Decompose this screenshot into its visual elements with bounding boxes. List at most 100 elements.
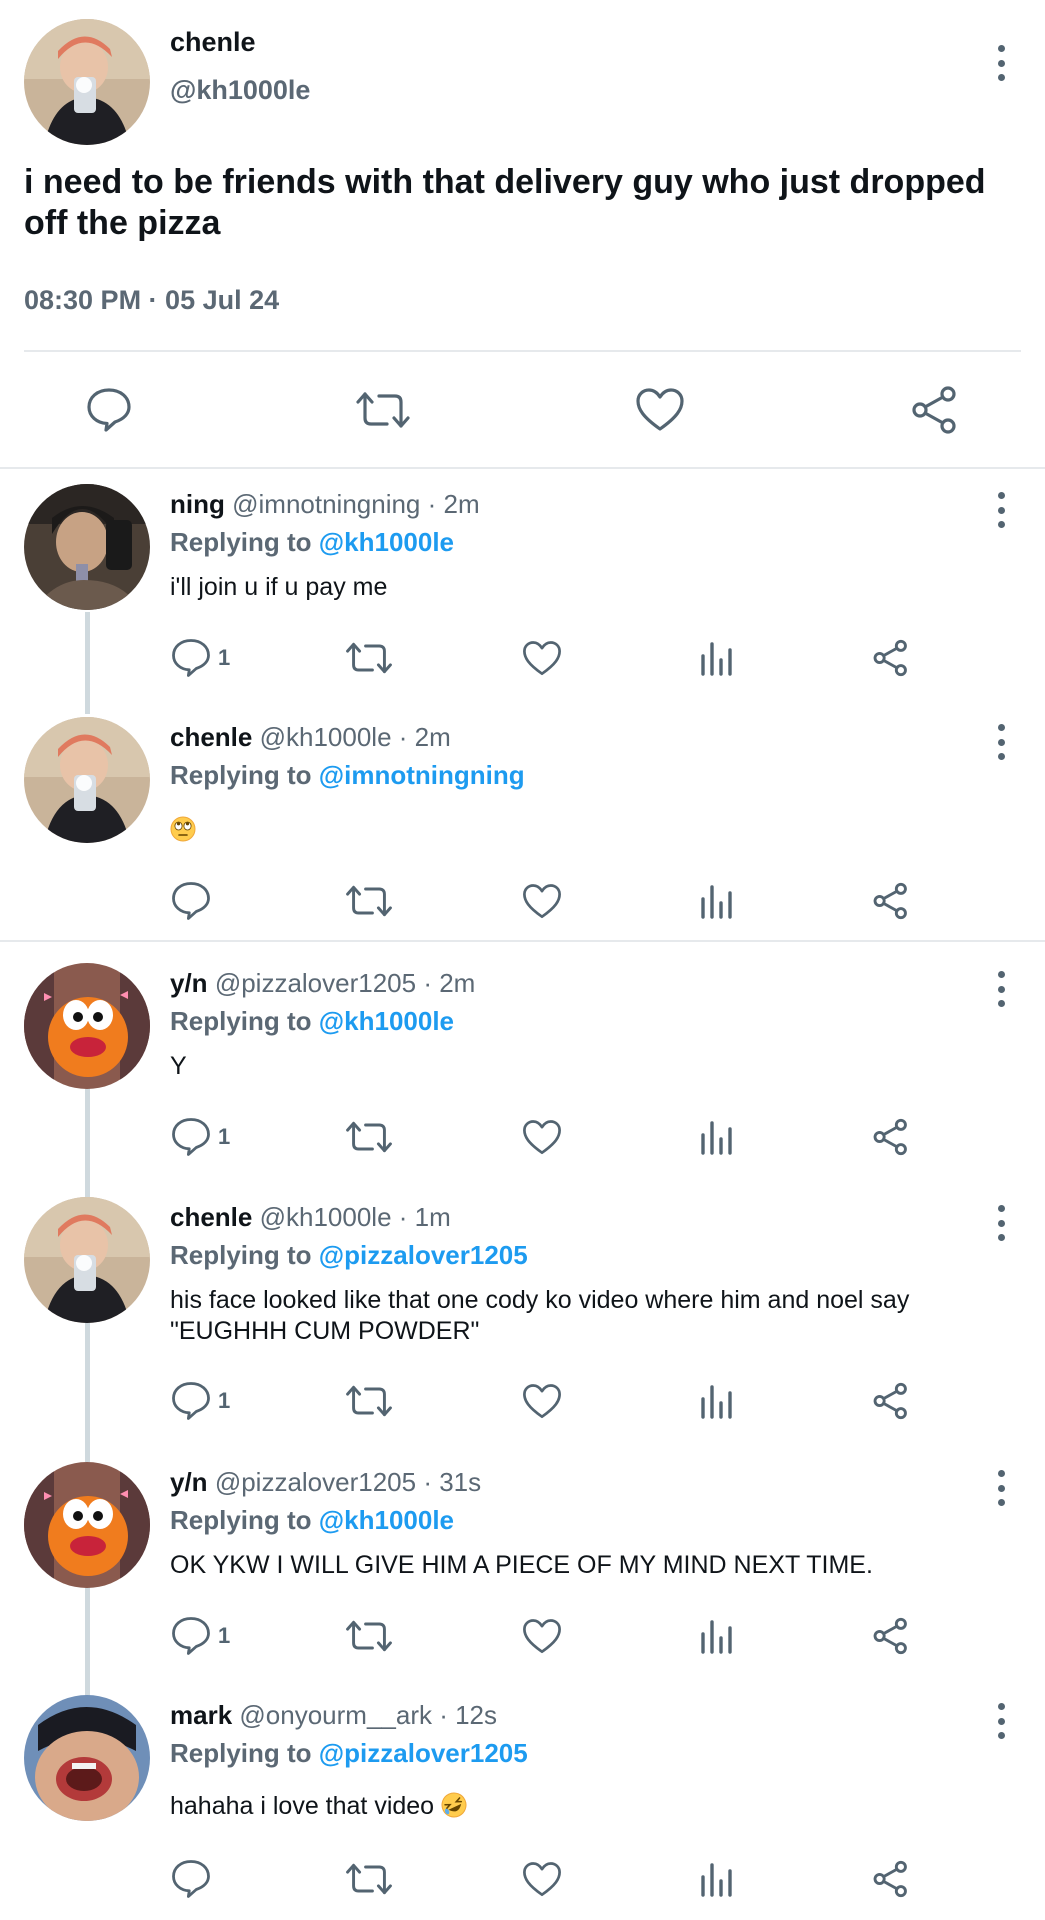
replying-to: Replying to @pizzalover1205 [170,1240,528,1271]
reply-icon [172,1382,210,1420]
author-name[interactable]: ning [170,489,225,519]
views-icon[interactable] [700,634,734,682]
reply-header: mark @onyourm__ark · 12s [170,1700,497,1731]
reply-item[interactable]: mark @onyourm__ark · 12s Replying to @pi… [0,1695,1045,1898]
author-name[interactable]: mark [170,1700,232,1730]
reply-count: 1 [218,1623,231,1648]
reply-item[interactable]: ning @imnotningning · 2m Replying to @kh… [0,484,1045,677]
reply-button[interactable] [170,877,218,925]
more-options-icon[interactable] [995,1205,1007,1241]
reply-button[interactable] [170,1855,218,1903]
reply-icon [172,882,210,920]
reply-button[interactable]: 1 [170,1113,230,1161]
reply-actions: 1 [0,1377,1045,1425]
replying-to: Replying to @kh1000le [170,1006,454,1037]
retweet-icon[interactable] [345,634,393,682]
author-name[interactable]: chenle [170,1202,252,1232]
reply-header: y/n @pizzalover1205 · 31s [170,1467,481,1498]
share-icon[interactable] [872,1113,910,1161]
reply-item[interactable]: y/n @pizzalover1205 · 31s Replying to @k… [0,1462,1045,1655]
retweet-icon[interactable] [345,877,393,925]
replying-to-link[interactable]: @pizzalover1205 [319,1240,528,1270]
views-icon[interactable] [700,877,734,925]
more-options-icon[interactable] [995,1470,1007,1506]
author-meta: @kh1000le · 2m [259,722,451,752]
reply-item[interactable]: chenle @kh1000le · 1m Replying to @pizza… [0,1197,1045,1420]
retweet-icon[interactable] [345,1855,393,1903]
reply-item[interactable]: chenle @kh1000le · 2m Replying to @imnot… [0,717,1045,920]
share-icon[interactable] [872,1612,910,1660]
author-meta: @pizzalover1205 · 2m [214,968,476,998]
retweet-icon[interactable] [345,1377,393,1425]
replying-label: Replying to [170,1738,312,1768]
replying-label: Replying to [170,527,312,557]
like-icon[interactable] [522,877,562,925]
avatar[interactable] [24,484,150,610]
reply-button[interactable]: 1 [170,1612,230,1660]
replying-to-link[interactable]: @imnotningning [319,760,525,790]
replying-to: Replying to @kh1000le [170,527,454,558]
author-meta: @pizzalover1205 · 31s [214,1467,482,1497]
avatar[interactable] [24,963,150,1089]
replying-to-link[interactable]: @kh1000le [319,1505,454,1535]
reply-icon [172,1860,210,1898]
avatar[interactable] [24,1462,150,1588]
author-name[interactable]: y/n [170,968,208,998]
like-icon[interactable] [522,1377,562,1425]
avatar[interactable] [24,19,150,145]
author-handle[interactable]: @kh1000le [170,75,310,106]
reply-header: ning @imnotningning · 2m [170,489,480,520]
main-post: chenle @kh1000le i need to be friends wi… [0,0,1045,470]
reply-button[interactable]: 1 [170,634,230,682]
rofl-emoji [441,1792,467,1818]
reply-icon [172,639,210,677]
more-options-icon[interactable] [995,1703,1007,1739]
avatar[interactable] [24,1695,150,1821]
author-name[interactable]: chenle [170,27,256,58]
reply-text: hahaha i love that video [170,1791,1010,1822]
reply-icon [172,1617,210,1655]
avatar[interactable] [24,717,150,843]
more-options-icon[interactable] [995,45,1007,81]
share-icon[interactable] [872,1855,910,1903]
retweet-icon[interactable] [345,1612,393,1660]
share-icon[interactable] [872,1377,910,1425]
replying-label: Replying to [170,760,312,790]
more-options-icon[interactable] [995,971,1007,1007]
reply-text [170,815,1010,846]
more-options-icon[interactable] [995,492,1007,528]
like-icon[interactable] [630,380,690,440]
reply-button[interactable]: 1 [170,1377,230,1425]
retweet-icon[interactable] [345,1113,393,1161]
replying-to-link[interactable]: @kh1000le [319,527,454,557]
share-icon[interactable] [872,634,910,682]
like-icon[interactable] [522,634,562,682]
replying-to-link[interactable]: @kh1000le [319,1006,454,1036]
reply-actions: 1 [0,634,1045,682]
views-icon[interactable] [700,1612,734,1660]
views-icon[interactable] [700,1855,734,1903]
author-name[interactable]: chenle [170,722,252,752]
like-icon[interactable] [522,1612,562,1660]
like-icon[interactable] [522,1113,562,1161]
reply-count: 1 [218,1388,231,1413]
reply-text: Y [170,1052,187,1080]
share-icon[interactable] [872,877,910,925]
replying-to-link[interactable]: @pizzalover1205 [319,1738,528,1768]
avatar[interactable] [24,1197,150,1323]
reply-item[interactable]: y/n @pizzalover1205 · 2m Replying to @kh… [0,963,1045,1156]
like-icon[interactable] [522,1855,562,1903]
post-text: i need to be friends with that delivery … [24,163,986,242]
views-icon[interactable] [700,1113,734,1161]
retweet-icon[interactable] [353,380,413,440]
author-meta: @onyourm__ark · 12s [239,1700,498,1730]
share-icon[interactable] [905,380,965,440]
reply-text: his face looked like that one cody ko vi… [170,1286,910,1345]
more-options-icon[interactable] [995,724,1007,760]
replying-to: Replying to @kh1000le [170,1505,454,1536]
views-icon[interactable] [700,1377,734,1425]
reply-actions [0,877,1045,925]
reply-icon[interactable] [79,380,139,440]
author-name[interactable]: y/n [170,1467,208,1497]
post-actions [0,380,1045,440]
